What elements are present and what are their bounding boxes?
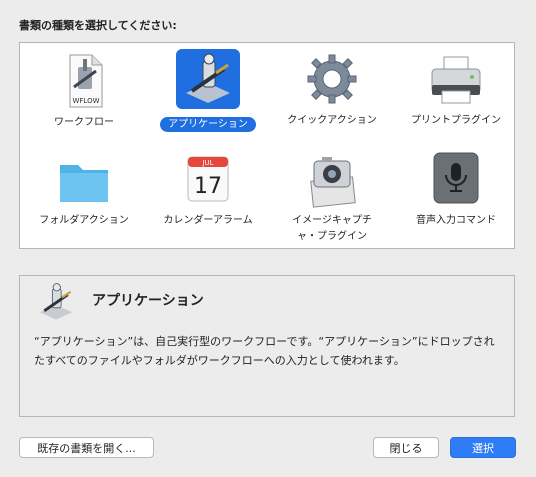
type-label: プリントプラグイン [411, 115, 501, 126]
open-existing-button[interactable]: 既存の書類を開く... [19, 437, 154, 458]
camera-icon [300, 149, 364, 213]
description-body: “アプリケーション”は、自己実行型のワークフローです。“アプリケーション”にドロ… [34, 335, 495, 367]
type-label: ワークフロー [54, 117, 114, 128]
microphone-icon [424, 149, 488, 213]
svg-text:WFLOW: WFLOW [72, 97, 99, 105]
type-image-capture-plugin[interactable]: イメージキャプチ ャ・プラグイン [270, 149, 394, 243]
type-dictation-command[interactable]: 音声入力コマンド [394, 149, 518, 235]
folder-icon [52, 149, 116, 213]
document-type-grid: WFLOW ワークフロー アプリケーション クイックアクション プリントプラグイ… [19, 42, 515, 249]
type-label: 音声入力コマンド [416, 215, 496, 226]
choose-button[interactable]: 選択 [450, 437, 516, 458]
calendar-icon: JUL 17 [176, 149, 240, 213]
svg-text:17: 17 [194, 174, 222, 199]
svg-text:JUL: JUL [201, 159, 213, 167]
type-label: クイックアクション [287, 115, 377, 126]
type-label: フォルダアクション [39, 215, 129, 226]
automator-app-icon [176, 49, 240, 109]
description-panel: アプリケーション “アプリケーション”は、自己実行型のワークフローです。“アプリ… [19, 275, 515, 417]
dialog-heading: 書類の種類を選択してください: [19, 19, 177, 32]
type-application[interactable]: アプリケーション [146, 49, 270, 135]
type-quick-action[interactable]: クイックアクション [270, 49, 394, 135]
printer-icon [424, 49, 488, 113]
type-label: カレンダーアラーム [163, 215, 253, 226]
type-print-plugin[interactable]: プリントプラグイン [394, 49, 518, 135]
type-label: アプリケーション [146, 117, 270, 133]
type-folder-action[interactable]: フォルダアクション [22, 149, 146, 235]
close-button[interactable]: 閉じる [373, 437, 439, 458]
type-calendar-alarm[interactable]: JUL 17 カレンダーアラーム [146, 149, 270, 235]
gear-icon [300, 49, 364, 113]
description-title: アプリケーション [92, 293, 204, 309]
type-label: イメージキャプチ ャ・プラグイン [292, 215, 372, 242]
automator-app-icon [32, 280, 80, 328]
workflow-icon: WFLOW [52, 49, 116, 113]
type-workflow[interactable]: WFLOW ワークフロー [22, 49, 146, 135]
